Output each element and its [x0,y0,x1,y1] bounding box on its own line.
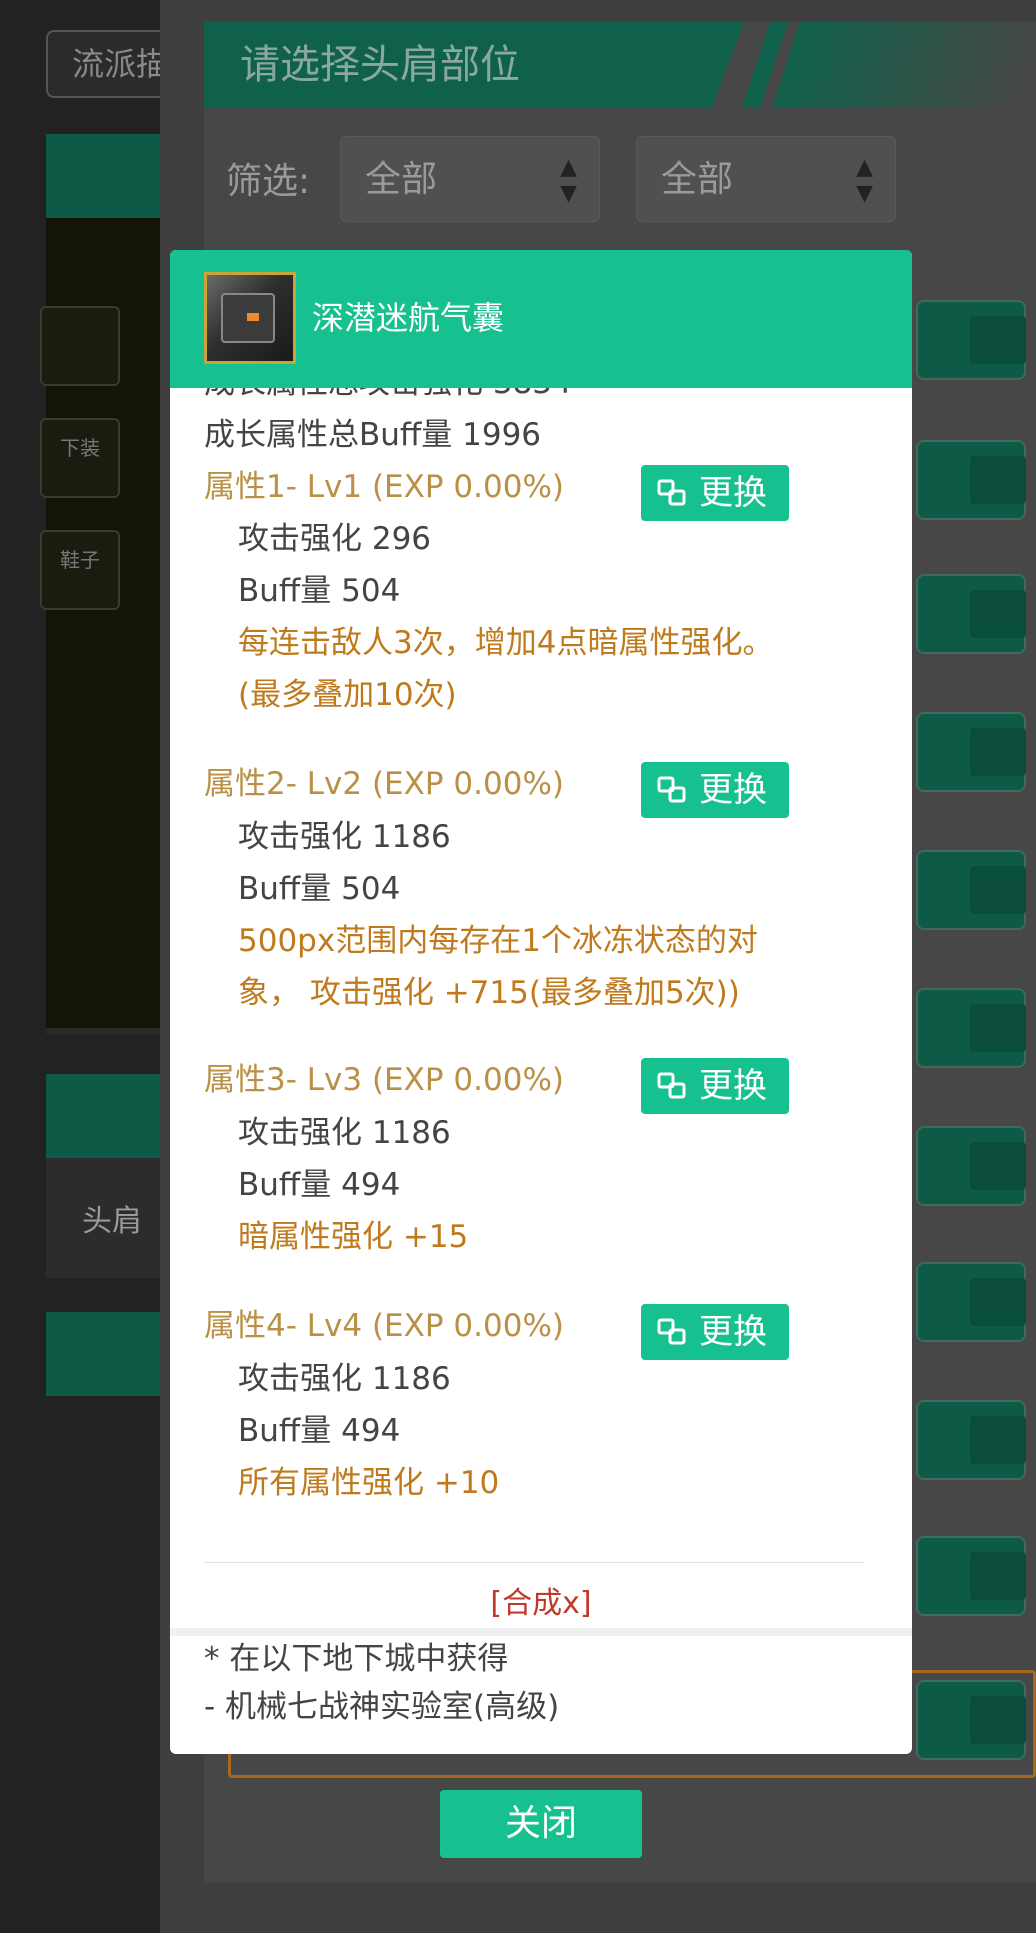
acquire-header: * 在以下地下城中获得 [204,1641,509,1677]
equip-button [916,712,1026,792]
equip-button [916,440,1026,520]
attribute-effect: 500px范围内每存在1个冰冻状态的对 [238,923,758,959]
divider [204,1562,864,1563]
select-arrows-icon: ▲ ▼ [856,155,873,206]
attribute-stat: Buff量 504 [238,573,401,609]
background-section-header [46,1074,166,1158]
modal-scroll-area[interactable]: 成长属性总攻击强化 3834 成长属性总Buff量 1996 属性1- Lv1 … [170,388,912,1628]
equip-button [916,1126,1026,1206]
select-arrows-icon: ▲ ▼ [560,155,577,206]
title-stripe-gradient [772,22,1036,108]
item-icon [204,272,296,364]
synthesis-link[interactable]: [合成x] [170,1582,912,1626]
attribute-effect: 象， 攻击强化 +715(最多叠加5次)) [238,975,740,1011]
change-button[interactable]: 更换 [641,465,789,521]
item-name: 深潜迷航气囊 [312,299,505,337]
equip-button [916,574,1026,654]
attribute-title: 属性1- Lv1 (EXP 0.00%) [204,469,564,505]
growth-attack-total: 成长属性总攻击强化 3834 [204,388,572,406]
equipment-slot-pants: 下装 [40,418,120,498]
filter-select-1: 全部 ▲ ▼ [340,136,600,222]
attribute-title: 属性3- Lv3 (EXP 0.00%) [204,1062,564,1098]
attribute-stat: Buff量 494 [238,1167,401,1203]
filter-select-2: 全部 ▲ ▼ [636,136,896,222]
attribute-stat: 攻击强化 1186 [238,1361,451,1397]
growth-buff-total: 成长属性总Buff量 1996 [204,417,542,453]
swap-icon [657,776,686,803]
swap-icon [657,1072,686,1099]
equipment-panel-header [46,134,166,218]
equipment-slot-shoes: 鞋子 [40,530,120,610]
attribute-stat: 攻击强化 1186 [238,1115,451,1151]
swap-icon [657,1318,686,1345]
attribute-stat: Buff量 494 [238,1413,401,1449]
background-section-label: 头肩 [82,1204,142,1239]
attribute-effect: 每连击敌人3次，增加4点暗属性强化。 [238,625,774,661]
attribute-effect: 暗属性强化 +15 [238,1219,469,1255]
attribute-stat: Buff量 504 [238,871,401,907]
equip-button [916,1262,1026,1342]
attribute-stat: 攻击强化 296 [238,521,432,557]
attribute-effect: 所有属性强化 +10 [238,1465,500,1501]
background-left-column: 流派描 下装 鞋子 头肩 [0,0,196,1933]
change-button[interactable]: 更换 [641,762,789,818]
footer-separator [170,1628,912,1636]
filter-label: 筛选: [226,161,311,202]
item-detail-modal: 深潜迷航气囊 成长属性总攻击强化 3834 成长属性总Buff量 1996 属性… [170,250,912,1754]
background-section-header-2 [46,1312,166,1396]
modal-header: 深潜迷航气囊 [170,250,912,388]
equip-button [916,300,1026,380]
attribute-title: 属性4- Lv4 (EXP 0.00%) [204,1308,564,1344]
attribute-title: 属性2- Lv2 (EXP 0.00%) [204,766,564,802]
change-button[interactable]: 更换 [641,1058,789,1114]
page-title: 请选择头肩部位 [204,22,744,108]
attribute-effect: (最多叠加10次) [238,677,457,713]
dungeon-source: - 机械七战神实验室(高级) [204,1689,560,1725]
equip-button [916,1400,1026,1480]
equip-button [916,850,1026,930]
close-button[interactable]: 关闭 [440,1790,642,1858]
equip-button [916,1536,1026,1616]
swap-icon [657,479,686,506]
change-button[interactable]: 更换 [641,1304,789,1360]
attribute-stat: 攻击强化 1186 [238,819,451,855]
equip-button [916,988,1026,1068]
equipment-slot-headshoulder [40,306,120,386]
